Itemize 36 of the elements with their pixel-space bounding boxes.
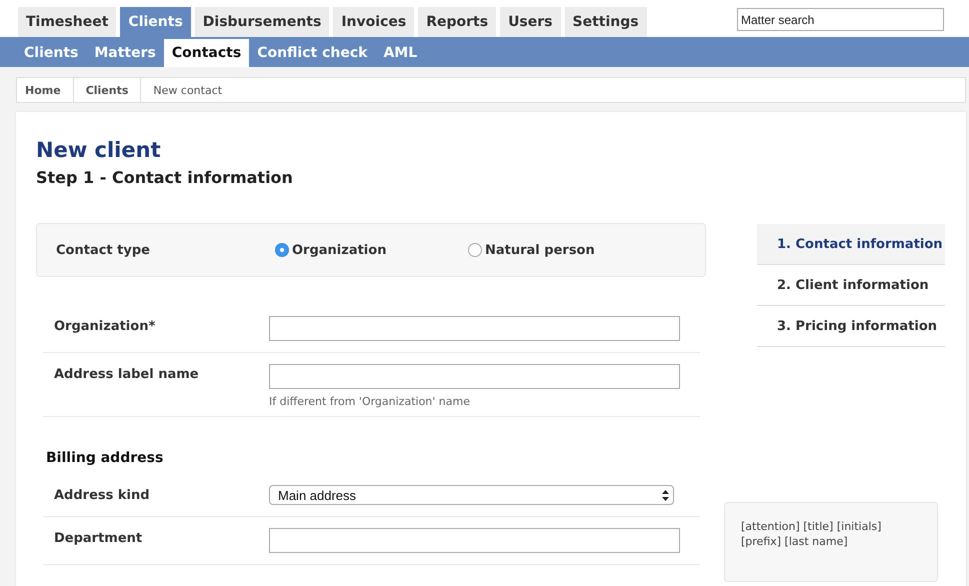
field-label: Department <box>54 530 144 548</box>
nav-tab[interactable]: Clients <box>120 7 191 37</box>
nav-tab[interactable]: Invoices <box>333 7 414 37</box>
text-input[interactable] <box>269 316 680 341</box>
wizard-step[interactable]: 1. Contact information <box>757 224 945 265</box>
page-title: New client <box>36 138 162 162</box>
address-preview: [attention] [title] [initials] [prefix] [last name] <box>724 502 938 582</box>
updown-arrows-icon <box>662 490 669 500</box>
sub-nav-tab[interactable]: AML <box>375 39 426 67</box>
radio-option[interactable]: Organization <box>275 242 468 258</box>
sub-nav-tab[interactable]: Contacts <box>164 39 250 67</box>
text-input[interactable] <box>269 364 680 389</box>
field-hint: If different from 'Organization' name <box>269 395 471 408</box>
nav-tab[interactable]: Users <box>500 7 560 37</box>
field-label: Organization* <box>54 318 156 336</box>
search-field[interactable]: Matter search <box>737 8 944 31</box>
field-label: Address kind <box>54 487 151 505</box>
field-label: Contact type <box>56 242 151 258</box>
select-field[interactable]: Main address <box>269 485 674 505</box>
breadcrumb-current: New contact <box>152 82 224 98</box>
breadcrumb-link[interactable]: Home <box>17 78 74 102</box>
step-title: Step 1 - Contact information <box>36 168 294 187</box>
radio-icon[interactable] <box>275 243 289 257</box>
sub-nav-tab[interactable]: Clients <box>16 39 86 67</box>
text-input[interactable] <box>269 528 680 553</box>
section-heading: Billing address <box>46 450 164 466</box>
radio-icon[interactable] <box>468 243 482 257</box>
sub-nav-tab[interactable]: Conflict check <box>249 39 376 67</box>
nav-tab[interactable]: Reports <box>418 7 496 37</box>
radio-option[interactable]: Natural person <box>468 242 661 258</box>
nav-tab[interactable]: Disbursements <box>194 7 330 37</box>
breadcrumb-link[interactable]: Clients <box>74 78 142 102</box>
nav-tab[interactable]: Settings <box>564 7 647 37</box>
field-label: Address label name <box>54 366 200 384</box>
nav-tab[interactable]: Timesheet <box>18 7 116 37</box>
sub-nav-tab[interactable]: Matters <box>86 39 164 67</box>
